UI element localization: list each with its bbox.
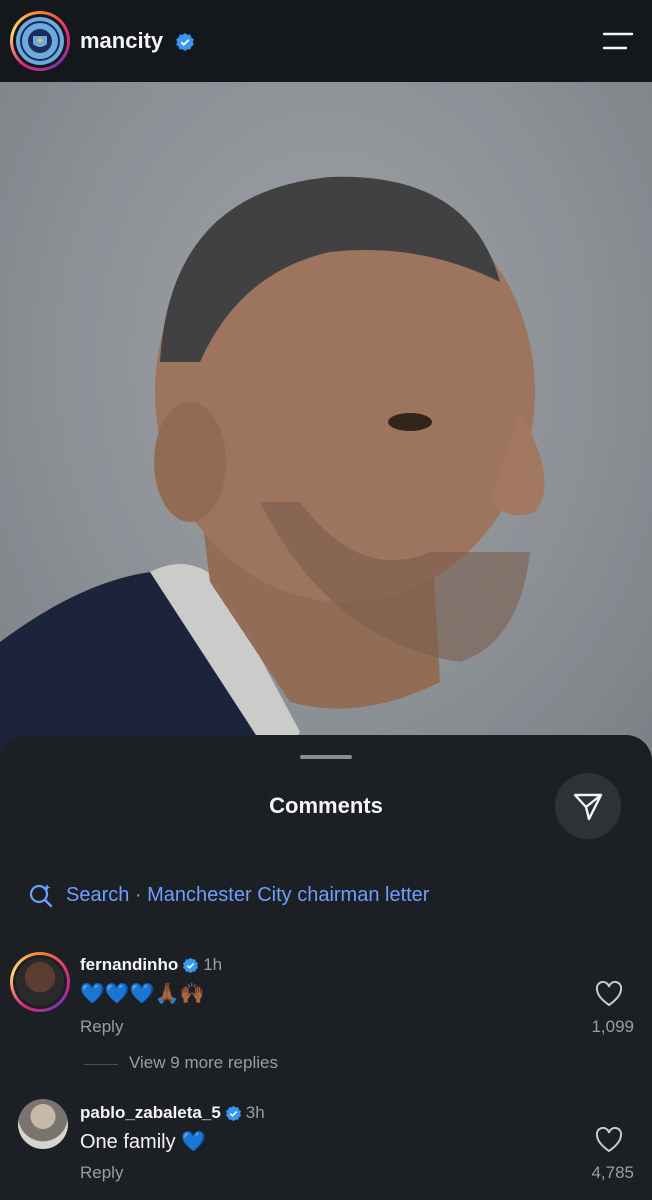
like-count: 4,785 [591,1163,634,1182]
like-heart-icon[interactable] [595,1127,623,1153]
top-bar: mancity [0,0,652,82]
like-count: 1,099 [591,1017,634,1036]
account-username: mancity [80,28,164,53]
post-photo [0,82,652,782]
comment-text: 💙💙💙🙏🏾🙌🏾 [80,983,205,1005]
comments-sheet: Comments Search · Manchester City chairm… [0,735,652,1200]
related-search-text: Search · Manchester City chairman letter [66,883,430,906]
account-name[interactable]: mancity [80,28,195,54]
profile-avatar[interactable] [10,11,70,71]
view-more-replies[interactable]: View 9 more replies [129,1053,278,1073]
verified-badge-icon [183,957,199,973]
commenter-avatar[interactable] [10,952,70,1012]
related-search-link[interactable]: Search · Manchester City chairman letter [28,881,429,909]
reply-button[interactable]: Reply [80,1017,123,1037]
share-button[interactable] [555,773,621,839]
replies-divider [84,1064,118,1065]
like-heart-icon[interactable] [595,981,623,1007]
reply-button[interactable]: Reply [80,1163,123,1183]
comment-username: fernandinho [80,955,179,974]
sheet-drag-handle[interactable] [300,755,352,759]
comment-time: 3h [245,1103,265,1122]
verified-badge-icon [176,33,195,52]
comment-author[interactable]: pablo_zabaleta_5 3h [80,1103,265,1123]
comment-username: pablo_zabaleta_5 [80,1103,221,1122]
search-sparkle-icon [29,884,53,908]
comment-text: One family 💙 [80,1131,207,1153]
comment-time: 1h [203,955,223,974]
menu-icon[interactable] [600,30,636,52]
commenter-avatar[interactable] [18,1099,68,1149]
comment-author[interactable]: fernandinho 1h [80,955,222,975]
club-crest-icon [16,17,64,65]
verified-badge-icon [225,1105,241,1121]
send-icon [573,793,603,821]
